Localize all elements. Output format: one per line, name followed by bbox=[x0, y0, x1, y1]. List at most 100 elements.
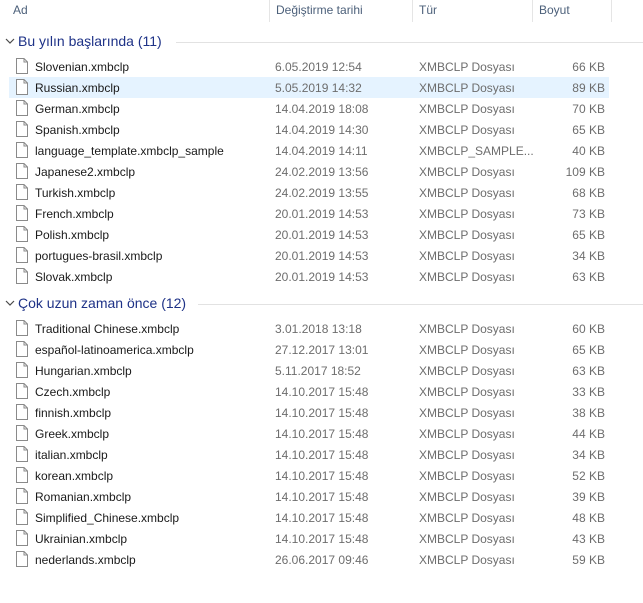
column-separator[interactable] bbox=[412, 0, 413, 22]
file-icon bbox=[16, 205, 28, 221]
file-size: 89 KB bbox=[572, 81, 605, 95]
file-icon bbox=[16, 404, 28, 420]
file-row[interactable]: Simplified_Chinese.xmbclp 14.10.2017 15:4… bbox=[9, 507, 609, 528]
file-type: XMBCLP Dosyası bbox=[419, 322, 515, 336]
file-row[interactable]: Traditional Chinese.xmbclp 3.01.2018 13:1… bbox=[9, 318, 609, 339]
file-size: 59 KB bbox=[572, 553, 605, 567]
file-size: 52 KB bbox=[572, 469, 605, 483]
file-row[interactable]: French.xmbclp 20.01.2019 14:53 XMBCLP Dosy… bbox=[9, 203, 609, 224]
file-date: 14.10.2017 15:48 bbox=[275, 406, 369, 420]
file-icon bbox=[16, 142, 28, 158]
file-type: XMBCLP_SAMPLE... bbox=[419, 144, 534, 158]
file-icon bbox=[16, 79, 28, 95]
file-icon bbox=[16, 247, 28, 263]
file-row[interactable]: Hungarian.xmbclp 5.11.2017 18:52 XMBCLP Do… bbox=[9, 360, 609, 381]
group-header[interactable]: Çok uzun zaman önce (12) bbox=[0, 293, 643, 314]
file-icon bbox=[16, 341, 28, 357]
file-type: XMBCLP Dosyası bbox=[419, 469, 515, 483]
file-size: 65 KB bbox=[572, 228, 605, 242]
file-row[interactable]: Japanese2.xmbclp 24.02.2019 13:56 XMBCLP D… bbox=[9, 161, 609, 182]
file-name: Simplified_Chinese.xmbclp bbox=[35, 511, 180, 525]
file-name: Slovak.xmbclp bbox=[35, 270, 113, 284]
column-type-header[interactable]: Tür bbox=[419, 3, 437, 17]
file-icon bbox=[16, 163, 28, 179]
file-name: Greek.xmbclp bbox=[35, 427, 110, 441]
file-row[interactable]: German.xmbclp 14.04.2019 18:08 XMBCLP Dosy… bbox=[9, 98, 609, 119]
file-name: italian.xmbclp bbox=[35, 448, 108, 462]
file-row[interactable]: Turkish.xmbclp 24.02.2019 13:55 XMBCLP Dos… bbox=[9, 182, 609, 203]
file-icon bbox=[16, 446, 28, 462]
file-row[interactable]: Spanish.xmbclp 14.04.2019 14:30 XMBCLP Dos… bbox=[9, 119, 609, 140]
file-icon bbox=[16, 58, 28, 74]
file-row[interactable]: finnish.xmbclp 14.10.2017 15:48 XMBCLP Dos… bbox=[9, 402, 609, 423]
file-date: 14.04.2019 14:30 bbox=[275, 123, 369, 137]
file-name: español-latinoamerica.xmbclp bbox=[35, 343, 194, 357]
column-separator[interactable] bbox=[611, 0, 612, 22]
group-title: Çok uzun zaman önce (12) bbox=[18, 295, 187, 311]
file-icon bbox=[16, 425, 28, 441]
file-icon bbox=[16, 383, 28, 399]
file-row[interactable]: language_template.xmbclp_sample 14.04.201… bbox=[9, 140, 609, 161]
file-row[interactable]: nederlands.xmbclp 26.06.2017 09:46 XMBCLP … bbox=[9, 549, 609, 570]
file-date: 3.01.2018 13:18 bbox=[275, 322, 362, 336]
file-date: 5.11.2017 18:52 bbox=[275, 364, 361, 378]
file-name: language_template.xmbclp_sample bbox=[35, 144, 224, 158]
file-date: 20.01.2019 14:53 bbox=[275, 249, 369, 263]
column-size-header[interactable]: Boyut bbox=[539, 3, 570, 17]
file-size: 65 KB bbox=[572, 123, 605, 137]
file-date: 24.02.2019 13:56 bbox=[275, 165, 369, 179]
column-date-header[interactable]: Değiştirme tarihi bbox=[276, 3, 363, 17]
file-row[interactable]: Slovenian.xmbclp 6.05.2019 12:54 XMBCLP Do… bbox=[9, 56, 609, 77]
file-row[interactable]: Ukrainian.xmbclp 14.10.2017 15:48 XMBCLP D… bbox=[9, 528, 609, 549]
file-date: 14.04.2019 18:08 bbox=[275, 102, 369, 116]
file-name: Ukrainian.xmbclp bbox=[35, 532, 128, 546]
file-size: 40 KB bbox=[572, 144, 605, 158]
file-icon bbox=[16, 268, 28, 284]
file-type: XMBCLP Dosyası bbox=[419, 249, 515, 263]
file-size: 60 KB bbox=[572, 322, 605, 336]
file-size: 33 KB bbox=[572, 385, 605, 399]
file-size: 68 KB bbox=[572, 186, 605, 200]
file-date: 14.04.2019 14:11 bbox=[275, 144, 368, 158]
file-size: 73 KB bbox=[572, 207, 605, 221]
file-row[interactable]: Slovak.xmbclp 20.01.2019 14:53 XMBCLP Dosy… bbox=[9, 266, 609, 287]
file-row[interactable]: portugues-brasil.xmbclp 20.01.2019 14:53 X… bbox=[9, 245, 609, 266]
chevron-down-icon[interactable] bbox=[5, 37, 15, 45]
file-icon bbox=[16, 121, 28, 137]
file-date: 24.02.2019 13:55 bbox=[275, 186, 369, 200]
file-type: XMBCLP Dosyası bbox=[419, 60, 515, 74]
file-name: Turkish.xmbclp bbox=[35, 186, 116, 200]
column-separator[interactable] bbox=[532, 0, 533, 22]
file-size: 48 KB bbox=[572, 511, 605, 525]
file-row[interactable]: korean.xmbclp 14.10.2017 15:48 XMBCLP Dosy… bbox=[9, 465, 609, 486]
file-date: 14.10.2017 15:48 bbox=[275, 385, 369, 399]
file-row[interactable]: Polish.xmbclp 20.01.2019 14:53 XMBCLP Dosy… bbox=[9, 224, 609, 245]
file-row[interactable]: Russian.xmbclp 5.05.2019 14:32 XMBCLP Dosy… bbox=[9, 77, 609, 98]
file-type: XMBCLP Dosyası bbox=[419, 343, 515, 357]
file-type: XMBCLP Dosyası bbox=[419, 102, 515, 116]
file-row[interactable]: italian.xmbclp 14.10.2017 15:48 XMBCLP Dos… bbox=[9, 444, 609, 465]
group-title: Bu yılın başlarında (11) bbox=[18, 33, 162, 49]
file-date: 14.10.2017 15:48 bbox=[275, 469, 369, 483]
file-date: 14.10.2017 15:48 bbox=[275, 448, 369, 462]
file-row[interactable]: Czech.xmbclp 14.10.2017 15:48 XMBCLP Dosya… bbox=[9, 381, 609, 402]
file-size: 39 KB bbox=[572, 490, 605, 504]
file-type: XMBCLP Dosyası bbox=[419, 207, 515, 221]
file-date: 14.10.2017 15:48 bbox=[275, 427, 369, 441]
group-divider bbox=[176, 42, 643, 43]
file-type: XMBCLP Dosyası bbox=[419, 123, 515, 137]
file-size: 38 KB bbox=[572, 406, 605, 420]
chevron-down-icon[interactable] bbox=[5, 299, 15, 307]
file-row[interactable]: Greek.xmbclp 14.10.2017 15:48 XMBCLP Dosya… bbox=[9, 423, 609, 444]
group-header[interactable]: Bu yılın başlarında (11) bbox=[0, 31, 643, 52]
file-name: Hungarian.xmbclp bbox=[35, 364, 132, 378]
file-type: XMBCLP Dosyası bbox=[419, 490, 515, 504]
file-row[interactable]: Romanian.xmbclp 14.10.2017 15:48 XMBCLP Do… bbox=[9, 486, 609, 507]
file-icon bbox=[16, 509, 28, 525]
file-date: 6.05.2019 12:54 bbox=[275, 60, 362, 74]
file-row[interactable]: español-latinoamerica.xmbclp 27.12.2017 1… bbox=[9, 339, 609, 360]
file-type: XMBCLP Dosyası bbox=[419, 448, 515, 462]
column-name-header[interactable]: Ad bbox=[13, 3, 28, 17]
column-separator[interactable] bbox=[269, 0, 270, 22]
file-icon bbox=[16, 488, 28, 504]
